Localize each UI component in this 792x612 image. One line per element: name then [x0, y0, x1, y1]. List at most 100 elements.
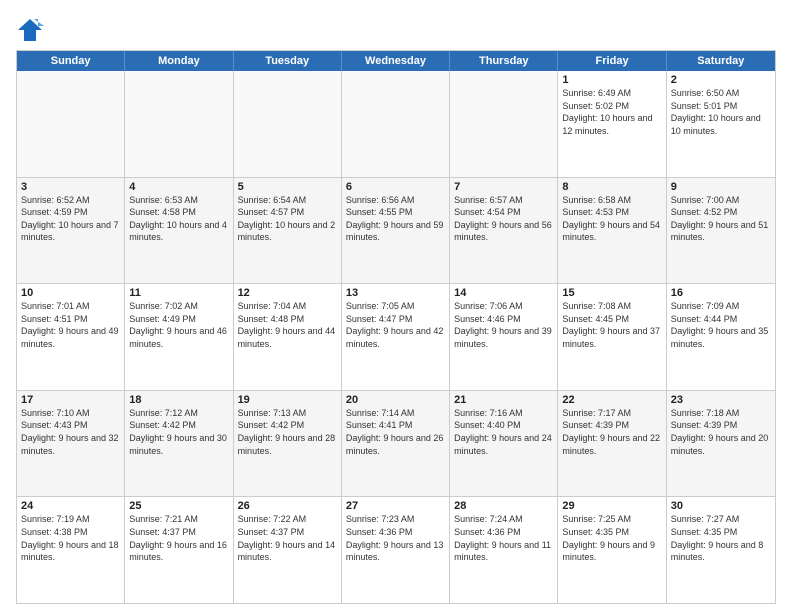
day-info-17: Sunrise: 7:10 AM Sunset: 4:43 PM Dayligh… — [21, 407, 120, 457]
logo — [16, 16, 48, 44]
day-cell-18: 18Sunrise: 7:12 AM Sunset: 4:42 PM Dayli… — [125, 391, 233, 497]
day-cell-17: 17Sunrise: 7:10 AM Sunset: 4:43 PM Dayli… — [17, 391, 125, 497]
day-cell-27: 27Sunrise: 7:23 AM Sunset: 4:36 PM Dayli… — [342, 497, 450, 603]
calendar-row-2: 10Sunrise: 7:01 AM Sunset: 4:51 PM Dayli… — [17, 283, 775, 390]
day-info-25: Sunrise: 7:21 AM Sunset: 4:37 PM Dayligh… — [129, 513, 228, 563]
header-day-sunday: Sunday — [17, 51, 125, 71]
day-number-8: 8 — [562, 181, 661, 193]
empty-cell-0-4 — [450, 71, 558, 177]
day-cell-9: 9Sunrise: 7:00 AM Sunset: 4:52 PM Daylig… — [667, 178, 775, 284]
day-info-2: Sunrise: 6:50 AM Sunset: 5:01 PM Dayligh… — [671, 87, 771, 137]
day-info-23: Sunrise: 7:18 AM Sunset: 4:39 PM Dayligh… — [671, 407, 771, 457]
day-number-12: 12 — [238, 287, 337, 299]
day-cell-2: 2Sunrise: 6:50 AM Sunset: 5:01 PM Daylig… — [667, 71, 775, 177]
day-info-6: Sunrise: 6:56 AM Sunset: 4:55 PM Dayligh… — [346, 194, 445, 244]
day-number-1: 1 — [562, 74, 661, 86]
day-cell-16: 16Sunrise: 7:09 AM Sunset: 4:44 PM Dayli… — [667, 284, 775, 390]
day-cell-3: 3Sunrise: 6:52 AM Sunset: 4:59 PM Daylig… — [17, 178, 125, 284]
day-number-17: 17 — [21, 394, 120, 406]
calendar: SundayMondayTuesdayWednesdayThursdayFrid… — [16, 50, 776, 604]
day-number-22: 22 — [562, 394, 661, 406]
day-number-6: 6 — [346, 181, 445, 193]
day-info-18: Sunrise: 7:12 AM Sunset: 4:42 PM Dayligh… — [129, 407, 228, 457]
header-day-friday: Friday — [558, 51, 666, 71]
day-number-25: 25 — [129, 500, 228, 512]
empty-cell-0-3 — [342, 71, 450, 177]
day-cell-21: 21Sunrise: 7:16 AM Sunset: 4:40 PM Dayli… — [450, 391, 558, 497]
day-number-21: 21 — [454, 394, 553, 406]
logo-icon — [16, 16, 44, 44]
day-info-30: Sunrise: 7:27 AM Sunset: 4:35 PM Dayligh… — [671, 513, 771, 563]
day-info-3: Sunrise: 6:52 AM Sunset: 4:59 PM Dayligh… — [21, 194, 120, 244]
day-number-5: 5 — [238, 181, 337, 193]
day-info-15: Sunrise: 7:08 AM Sunset: 4:45 PM Dayligh… — [562, 300, 661, 350]
day-info-8: Sunrise: 6:58 AM Sunset: 4:53 PM Dayligh… — [562, 194, 661, 244]
day-number-19: 19 — [238, 394, 337, 406]
day-cell-4: 4Sunrise: 6:53 AM Sunset: 4:58 PM Daylig… — [125, 178, 233, 284]
day-cell-13: 13Sunrise: 7:05 AM Sunset: 4:47 PM Dayli… — [342, 284, 450, 390]
empty-cell-0-1 — [125, 71, 233, 177]
day-cell-29: 29Sunrise: 7:25 AM Sunset: 4:35 PM Dayli… — [558, 497, 666, 603]
day-cell-11: 11Sunrise: 7:02 AM Sunset: 4:49 PM Dayli… — [125, 284, 233, 390]
page: SundayMondayTuesdayWednesdayThursdayFrid… — [0, 0, 792, 612]
day-cell-19: 19Sunrise: 7:13 AM Sunset: 4:42 PM Dayli… — [234, 391, 342, 497]
day-info-5: Sunrise: 6:54 AM Sunset: 4:57 PM Dayligh… — [238, 194, 337, 244]
day-cell-5: 5Sunrise: 6:54 AM Sunset: 4:57 PM Daylig… — [234, 178, 342, 284]
day-number-29: 29 — [562, 500, 661, 512]
day-number-2: 2 — [671, 74, 771, 86]
day-cell-8: 8Sunrise: 6:58 AM Sunset: 4:53 PM Daylig… — [558, 178, 666, 284]
day-number-10: 10 — [21, 287, 120, 299]
day-info-11: Sunrise: 7:02 AM Sunset: 4:49 PM Dayligh… — [129, 300, 228, 350]
day-number-28: 28 — [454, 500, 553, 512]
day-cell-30: 30Sunrise: 7:27 AM Sunset: 4:35 PM Dayli… — [667, 497, 775, 603]
empty-cell-0-2 — [234, 71, 342, 177]
day-info-26: Sunrise: 7:22 AM Sunset: 4:37 PM Dayligh… — [238, 513, 337, 563]
day-info-7: Sunrise: 6:57 AM Sunset: 4:54 PM Dayligh… — [454, 194, 553, 244]
day-number-3: 3 — [21, 181, 120, 193]
header-day-tuesday: Tuesday — [234, 51, 342, 71]
day-number-30: 30 — [671, 500, 771, 512]
day-cell-28: 28Sunrise: 7:24 AM Sunset: 4:36 PM Dayli… — [450, 497, 558, 603]
day-cell-6: 6Sunrise: 6:56 AM Sunset: 4:55 PM Daylig… — [342, 178, 450, 284]
day-number-4: 4 — [129, 181, 228, 193]
day-info-20: Sunrise: 7:14 AM Sunset: 4:41 PM Dayligh… — [346, 407, 445, 457]
day-number-20: 20 — [346, 394, 445, 406]
day-info-9: Sunrise: 7:00 AM Sunset: 4:52 PM Dayligh… — [671, 194, 771, 244]
day-cell-10: 10Sunrise: 7:01 AM Sunset: 4:51 PM Dayli… — [17, 284, 125, 390]
calendar-row-1: 3Sunrise: 6:52 AM Sunset: 4:59 PM Daylig… — [17, 177, 775, 284]
day-info-27: Sunrise: 7:23 AM Sunset: 4:36 PM Dayligh… — [346, 513, 445, 563]
day-number-18: 18 — [129, 394, 228, 406]
calendar-row-4: 24Sunrise: 7:19 AM Sunset: 4:38 PM Dayli… — [17, 496, 775, 603]
header-day-thursday: Thursday — [450, 51, 558, 71]
day-info-12: Sunrise: 7:04 AM Sunset: 4:48 PM Dayligh… — [238, 300, 337, 350]
day-number-26: 26 — [238, 500, 337, 512]
day-cell-12: 12Sunrise: 7:04 AM Sunset: 4:48 PM Dayli… — [234, 284, 342, 390]
day-info-22: Sunrise: 7:17 AM Sunset: 4:39 PM Dayligh… — [562, 407, 661, 457]
day-number-23: 23 — [671, 394, 771, 406]
day-number-24: 24 — [21, 500, 120, 512]
header-area — [16, 12, 776, 44]
empty-cell-0-0 — [17, 71, 125, 177]
day-info-29: Sunrise: 7:25 AM Sunset: 4:35 PM Dayligh… — [562, 513, 661, 563]
day-cell-1: 1Sunrise: 6:49 AM Sunset: 5:02 PM Daylig… — [558, 71, 666, 177]
day-number-9: 9 — [671, 181, 771, 193]
day-cell-15: 15Sunrise: 7:08 AM Sunset: 4:45 PM Dayli… — [558, 284, 666, 390]
day-info-4: Sunrise: 6:53 AM Sunset: 4:58 PM Dayligh… — [129, 194, 228, 244]
day-number-11: 11 — [129, 287, 228, 299]
day-cell-22: 22Sunrise: 7:17 AM Sunset: 4:39 PM Dayli… — [558, 391, 666, 497]
day-info-14: Sunrise: 7:06 AM Sunset: 4:46 PM Dayligh… — [454, 300, 553, 350]
day-number-7: 7 — [454, 181, 553, 193]
day-info-13: Sunrise: 7:05 AM Sunset: 4:47 PM Dayligh… — [346, 300, 445, 350]
header-day-saturday: Saturday — [667, 51, 775, 71]
day-info-10: Sunrise: 7:01 AM Sunset: 4:51 PM Dayligh… — [21, 300, 120, 350]
calendar-row-0: 1Sunrise: 6:49 AM Sunset: 5:02 PM Daylig… — [17, 71, 775, 177]
day-cell-26: 26Sunrise: 7:22 AM Sunset: 4:37 PM Dayli… — [234, 497, 342, 603]
day-info-28: Sunrise: 7:24 AM Sunset: 4:36 PM Dayligh… — [454, 513, 553, 563]
day-cell-25: 25Sunrise: 7:21 AM Sunset: 4:37 PM Dayli… — [125, 497, 233, 603]
header-day-monday: Monday — [125, 51, 233, 71]
day-cell-14: 14Sunrise: 7:06 AM Sunset: 4:46 PM Dayli… — [450, 284, 558, 390]
day-info-24: Sunrise: 7:19 AM Sunset: 4:38 PM Dayligh… — [21, 513, 120, 563]
calendar-row-3: 17Sunrise: 7:10 AM Sunset: 4:43 PM Dayli… — [17, 390, 775, 497]
day-cell-7: 7Sunrise: 6:57 AM Sunset: 4:54 PM Daylig… — [450, 178, 558, 284]
day-number-14: 14 — [454, 287, 553, 299]
